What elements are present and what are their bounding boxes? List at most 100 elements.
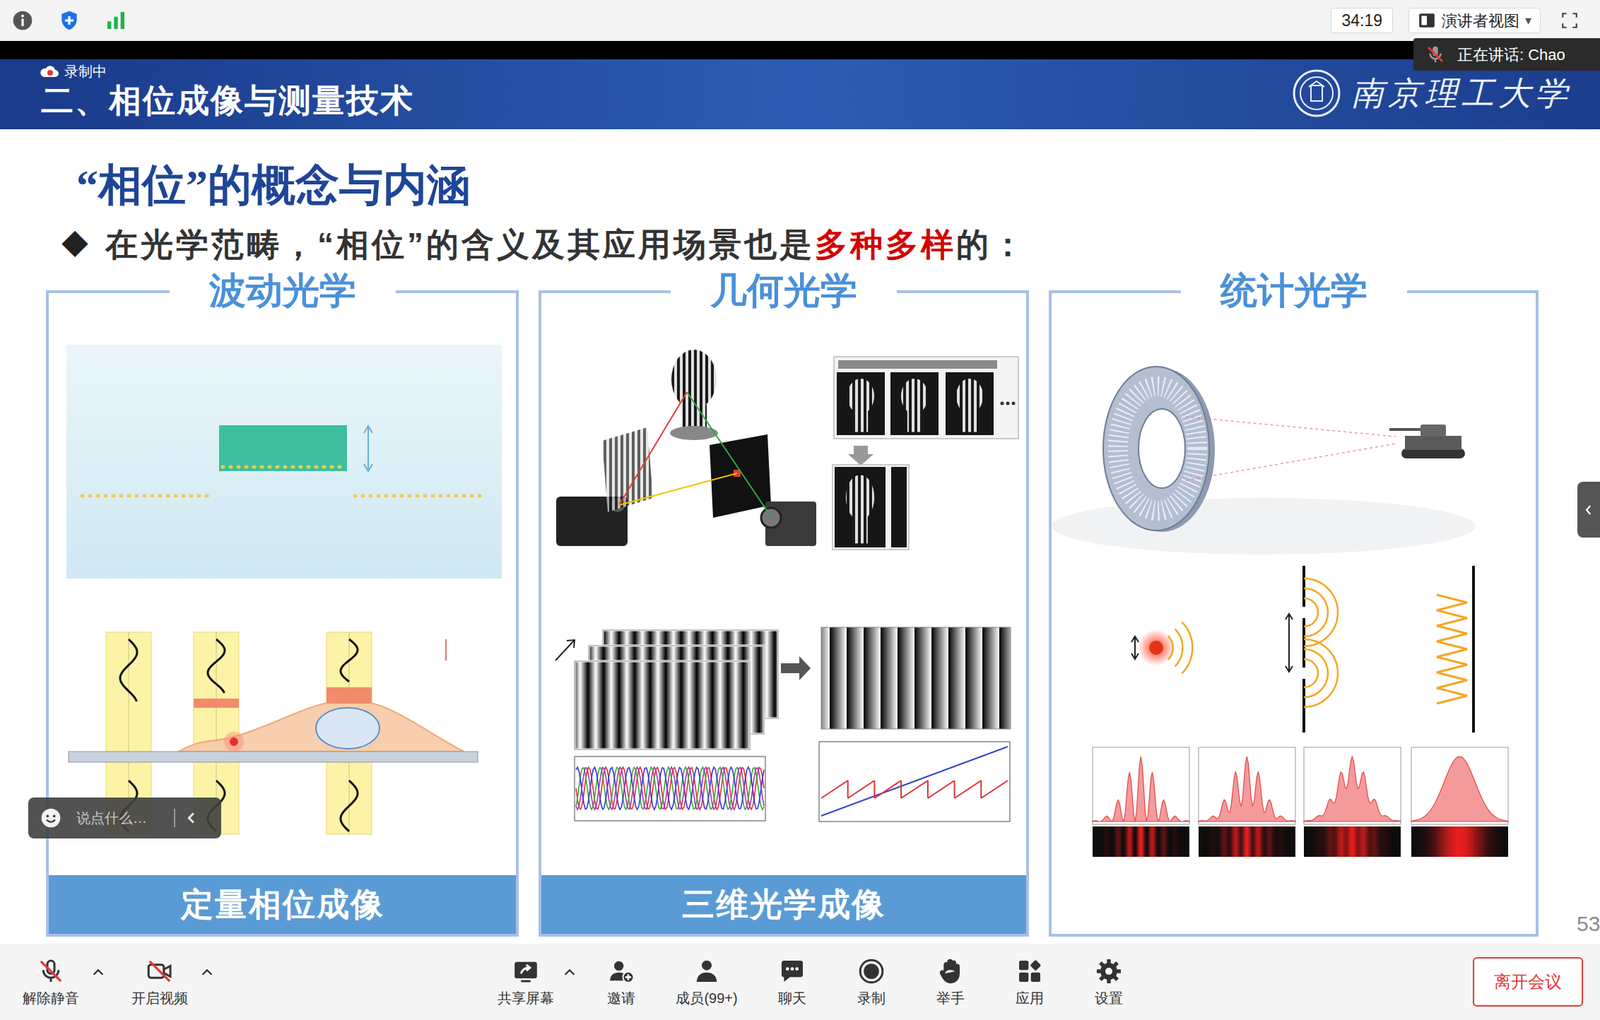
- toolbar-group: 共享屏幕: [493, 957, 578, 1008]
- video-icon: [145, 957, 174, 986]
- slide-header: 二、相位成像与测量技术 南京理工大学: [0, 59, 1600, 130]
- audio-video-controls: 解除静音 开启视频: [15, 957, 215, 1008]
- menu-caret-icon[interactable]: [199, 965, 215, 981]
- panel-caption: 定量相位成像: [48, 875, 516, 935]
- mic-button[interactable]: 解除静音: [15, 957, 87, 1008]
- panel-figure: [48, 293, 516, 876]
- panel-title: 波动光学: [169, 267, 396, 314]
- invite-icon: [607, 957, 636, 986]
- panel-title: 几何光学: [670, 267, 897, 314]
- panel-figure: [541, 293, 1027, 876]
- network-signal-icon[interactable]: [104, 9, 128, 32]
- panel-body: [541, 293, 1027, 876]
- recording-indicator: 录制中: [38, 62, 107, 81]
- toolbar-label: 录制: [857, 990, 886, 1008]
- menu-caret[interactable]: [90, 965, 107, 1000]
- panel-body: [1051, 293, 1536, 935]
- share-icon: [511, 957, 540, 986]
- slide-title: “相位”的概念与内涵: [0, 160, 1600, 210]
- speaking-label: 正在讲话: Chao: [1457, 43, 1566, 67]
- menu-caret[interactable]: [199, 965, 215, 1000]
- chat-icon: [778, 957, 807, 986]
- recording-label: 录制中: [64, 62, 107, 80]
- collapse-chevron-icon[interactable]: [183, 810, 200, 827]
- info-icon[interactable]: [11, 9, 34, 32]
- toolbar-label: 设置: [1094, 990, 1123, 1008]
- top-bar: 34:19 演讲者视图 ▾: [0, 0, 1600, 41]
- apps-icon: [1015, 957, 1044, 986]
- record-icon: [857, 957, 886, 986]
- panel-row: 波动光学定量相位成像几何光学三维光学成像统计光学 53: [0, 290, 1600, 938]
- menu-caret[interactable]: [561, 965, 578, 1000]
- toolbar-label: 应用: [1015, 990, 1044, 1008]
- toolbar-label: 共享屏幕: [497, 990, 555, 1008]
- toolbar-group: 聊天: [756, 957, 828, 1008]
- section-title: 二、相位成像与测量技术: [40, 81, 415, 120]
- record-button[interactable]: 录制: [836, 957, 907, 1008]
- presentation-slide: 二、相位成像与测量技术 南京理工大学 “相位”的概念与内涵 ◆ 在光学范畴，“相…: [0, 59, 1600, 945]
- settings-button[interactable]: 设置: [1073, 957, 1145, 1008]
- meeting-toolbar: 解除静音 开启视频 共享屏幕 邀请 成员(99+) 聊天 录制 举手 应用 设置 离开会议: [0, 944, 1600, 1020]
- panel-caption: 三维光学成像: [541, 875, 1027, 935]
- hand-button[interactable]: 举手: [915, 957, 986, 1008]
- bullet-line: ◆ 在光学范畴，“相位”的含义及其应用场景也是多种多样的：: [0, 225, 1600, 264]
- recording-cloud-icon: [38, 62, 61, 80]
- meeting-timer: 34:19: [1330, 7, 1393, 34]
- toolbar-label: 聊天: [778, 990, 807, 1008]
- divider: [173, 809, 176, 828]
- toolbar-label: 解除静音: [22, 990, 80, 1008]
- chat-input[interactable]: [76, 807, 170, 829]
- view-mode-label: 演讲者视图: [1441, 9, 1520, 33]
- toolbar-group: 录制: [836, 957, 907, 1008]
- optics-panel: 波动光学定量相位成像: [45, 290, 519, 938]
- optics-panel: 几何光学三维光学成像: [538, 290, 1029, 938]
- side-panel-toggle[interactable]: [1577, 481, 1600, 538]
- chat-input-bar: [28, 797, 222, 839]
- fullscreen-icon[interactable]: [1560, 11, 1579, 30]
- video-button[interactable]: 开启视频: [124, 957, 196, 1008]
- toolbar-label: 开启视频: [131, 990, 188, 1008]
- view-mode-dropdown[interactable]: 演讲者视图 ▾: [1408, 7, 1541, 34]
- apps-button[interactable]: 应用: [994, 957, 1066, 1008]
- leave-meeting-button[interactable]: 离开会议: [1472, 957, 1584, 1008]
- leave-label: 离开会议: [1493, 969, 1562, 996]
- optics-panel: 统计光学: [1048, 290, 1539, 938]
- members-button[interactable]: 成员(99+): [665, 957, 749, 1008]
- hand-icon: [936, 957, 965, 986]
- menu-caret-icon[interactable]: [561, 965, 578, 981]
- meeting-controls: 共享屏幕 邀请 成员(99+) 聊天 录制 举手 应用 设置: [493, 957, 1145, 1008]
- menu-caret-icon[interactable]: [90, 965, 107, 981]
- toolbar-group: 应用: [994, 957, 1066, 1008]
- toolbar-group: 设置: [1073, 957, 1145, 1008]
- security-shield-icon[interactable]: [57, 9, 81, 32]
- bullet-segment: 在光学范畴，“相位”的含义及其应用场景也是: [105, 226, 815, 263]
- toolbar-group: 邀请: [585, 957, 657, 1008]
- dropdown-arrow: ▾: [1525, 11, 1532, 31]
- toolbar-group: 举手: [915, 957, 986, 1008]
- toolbar-group: 开启视频: [124, 957, 215, 1008]
- timer-text: 34:19: [1341, 8, 1383, 34]
- emoji-icon[interactable]: [39, 807, 63, 830]
- toolbar-label: 邀请: [607, 990, 636, 1008]
- separator-strip: [0, 40, 1600, 60]
- bullet-marker: ◆: [61, 225, 92, 264]
- expand-chevron-icon: [1582, 502, 1596, 519]
- highlighted-text: 多种多样: [814, 226, 957, 263]
- panel-body: [48, 293, 516, 876]
- university-logo: 南京理工大学: [1291, 68, 1572, 120]
- university-emblem-icon: [1291, 68, 1342, 119]
- toolbar-label: 成员(99+): [675, 990, 738, 1008]
- meeting-window: 34:19 演讲者视图 ▾ 二、相位成像与测量技术 南京理工大学 “相位”的概念…: [0, 0, 1600, 1020]
- share-button[interactable]: 共享屏幕: [493, 957, 558, 1008]
- mic-icon: [36, 957, 66, 986]
- layout-icon: [1417, 11, 1437, 30]
- chat-button[interactable]: 聊天: [756, 957, 828, 1008]
- settings-icon: [1094, 957, 1123, 986]
- speaking-indicator: 正在讲话: Chao: [1413, 38, 1600, 71]
- page-number: 53: [1576, 908, 1600, 940]
- bullet-text: 在光学范畴，“相位”的含义及其应用场景也是多种多样的：: [105, 225, 1027, 264]
- mic-icon: [1424, 43, 1446, 66]
- members-icon: [692, 957, 721, 986]
- invite-button[interactable]: 邀请: [585, 957, 657, 1008]
- toolbar-label: 举手: [936, 990, 965, 1008]
